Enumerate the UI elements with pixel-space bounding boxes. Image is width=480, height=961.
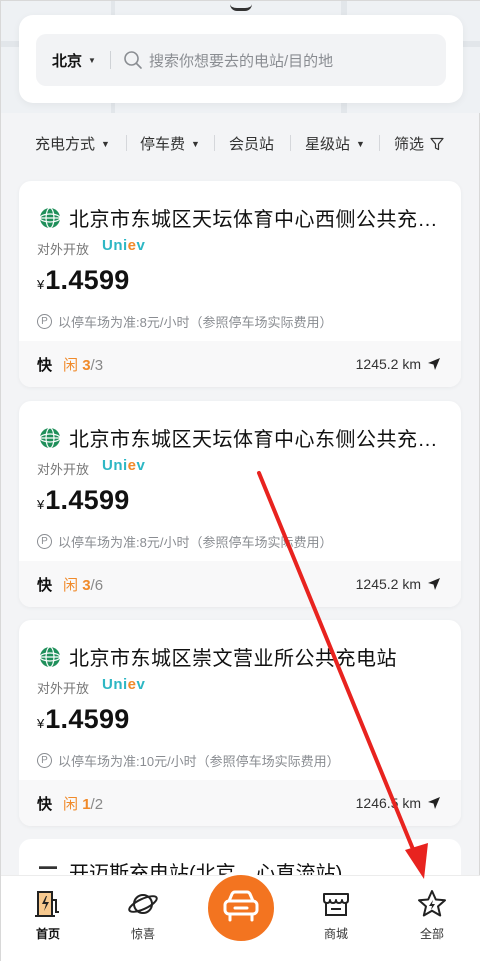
navigate-icon[interactable] <box>427 796 441 810</box>
parking-info: P 以停车场为准:8元/小时（参照停车场实际费用） <box>37 312 332 331</box>
caret-down-icon: ▼ <box>88 55 96 65</box>
tab-mall[interactable]: 商城 <box>296 876 376 961</box>
brand-logo: Uniev <box>102 457 146 474</box>
parking-text: 以停车场为准:8元/小时（参照停车场实际费用） <box>58 315 333 330</box>
price-value: 1.4599 <box>45 265 130 295</box>
center-car-button[interactable] <box>204 871 278 945</box>
tab-label: 惊喜 <box>130 927 155 941</box>
parking-icon: P <box>37 534 52 549</box>
charging-station-icon <box>32 888 64 920</box>
filter-label: 充电方式 <box>35 136 96 153</box>
station-name: 北京市东城区崇文营业所公共充电站 <box>69 648 397 670</box>
caret-down-icon: ▼ <box>356 138 365 149</box>
store-icon <box>320 888 352 920</box>
station-card[interactable]: 北京市东城区天坛体育中心西侧公共充… 对外开放 Uniev ¥ 1.4599 P… <box>19 181 461 387</box>
divider <box>126 135 127 151</box>
charger-type: 快 <box>37 576 53 594</box>
card-footer: 快 闲 3/3 1245.2 km <box>19 341 461 387</box>
parking-icon: P <box>37 753 52 768</box>
card-footer: 快 闲 3/6 1245.2 km <box>19 561 461 607</box>
star-bolt-icon <box>416 888 448 920</box>
search-bar[interactable]: 北京 ▼ 搜索你想要去的电站/目的地 <box>36 34 446 86</box>
open-status: 对外开放 <box>37 681 90 696</box>
idle-count: 闲 1/2 <box>63 795 104 813</box>
brand-logo: Uniev <box>102 237 146 254</box>
tab-all[interactable]: 全部 <box>392 876 472 961</box>
divider <box>379 135 380 151</box>
charger-type: 快 <box>37 795 53 813</box>
planet-icon <box>127 888 159 920</box>
filter-label: 星级站 <box>305 136 351 153</box>
price: ¥ 1.4599 <box>37 265 130 296</box>
idle-count: 闲 3/3 <box>63 356 104 374</box>
parking-icon: P <box>37 314 52 329</box>
station-logo-icon: ▬▬ <box>39 861 57 871</box>
state-grid-logo-icon <box>39 646 61 668</box>
price-value: 1.4599 <box>45 704 130 734</box>
parking-text: 以停车场为准:10元/小时（参照停车场实际费用） <box>58 754 340 769</box>
divider <box>109 51 111 69</box>
parking-info: P 以停车场为准:10元/小时（参照停车场实际费用） <box>37 751 340 770</box>
filter-charge-method[interactable]: 充电方式 ▼ <box>35 133 110 154</box>
station-card[interactable]: 北京市东城区天坛体育中心东侧公共充… 对外开放 Uniev ¥ 1.4599 P… <box>19 401 461 607</box>
state-grid-logo-icon <box>39 207 61 229</box>
brand-logo: Uniev <box>102 676 146 693</box>
station-name: 北京市东城区天坛体育中心东侧公共充… <box>69 429 438 451</box>
currency-symbol: ¥ <box>37 277 45 292</box>
idle-count: 闲 3/6 <box>63 576 104 594</box>
station-name: 北京市东城区天坛体育中心西侧公共充… <box>69 209 438 231</box>
tab-label: 首页 <box>35 927 60 941</box>
city-selector[interactable]: 北京 ▼ <box>36 50 96 71</box>
distance: 1245.2 km <box>355 576 421 592</box>
open-status: 对外开放 <box>37 462 90 477</box>
price: ¥ 1.4599 <box>37 485 130 516</box>
navigate-icon[interactable] <box>427 357 441 371</box>
navigate-icon[interactable] <box>427 577 441 591</box>
price-value: 1.4599 <box>45 485 130 515</box>
search-input[interactable]: 搜索你想要去的电站/目的地 <box>149 50 333 71</box>
card-footer: 快 闲 1/2 1246.5 km <box>19 780 461 826</box>
currency-symbol: ¥ <box>37 716 45 731</box>
state-grid-logo-icon <box>39 427 61 449</box>
car-icon <box>221 889 261 928</box>
city-label: 北京 <box>52 52 83 70</box>
distance: 1246.5 km <box>355 795 421 811</box>
price: ¥ 1.4599 <box>37 704 130 735</box>
station-card[interactable]: 北京市东城区崇文营业所公共充电站 对外开放 Uniev ¥ 1.4599 P 以… <box>19 620 461 826</box>
currency-symbol: ¥ <box>37 497 45 512</box>
caret-down-icon: ▼ <box>191 138 200 149</box>
filter-label: 筛选 <box>394 136 425 153</box>
divider <box>290 135 291 151</box>
distance: 1245.2 km <box>355 356 421 372</box>
caret-down-icon: ▼ <box>101 138 110 149</box>
divider <box>214 135 215 151</box>
tab-home[interactable]: 首页 <box>8 876 88 961</box>
filter-member-station[interactable]: 会员站 <box>229 133 274 154</box>
tab-surprise[interactable]: 惊喜 <box>103 876 183 961</box>
filter-label: 会员站 <box>229 136 275 153</box>
tab-label: 商城 <box>323 927 348 941</box>
charger-type: 快 <box>37 356 53 374</box>
funnel-icon <box>430 137 444 151</box>
parking-text: 以停车场为准:8元/小时（参照停车场实际费用） <box>58 535 333 550</box>
search-card: 北京 ▼ 搜索你想要去的电站/目的地 <box>19 15 463 103</box>
parking-info: P 以停车场为准:8元/小时（参照停车场实际费用） <box>37 532 332 551</box>
filter-parking-fee[interactable]: 停车费 ▼ <box>140 133 200 154</box>
open-status: 对外开放 <box>37 242 90 257</box>
filter-button[interactable]: 筛选 <box>394 133 444 154</box>
tab-label: 全部 <box>419 927 444 941</box>
search-icon <box>123 50 143 70</box>
drag-handle[interactable] <box>230 4 252 11</box>
filter-label: 停车费 <box>140 136 186 153</box>
filter-star-station[interactable]: 星级站 ▼ <box>305 133 365 154</box>
filter-bar: 充电方式 ▼ 停车费 ▼ 会员站 星级站 ▼ 筛选 <box>1 113 480 171</box>
